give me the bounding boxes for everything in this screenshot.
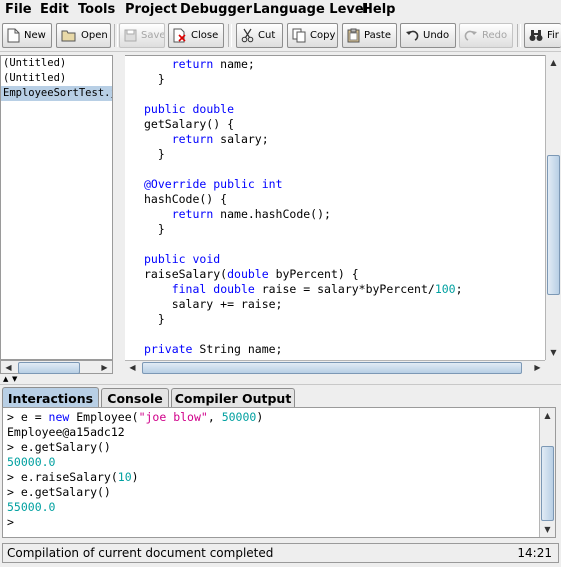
pane-divider[interactable]: [113, 55, 125, 375]
scrollbar-thumb[interactable]: [547, 155, 560, 295]
status-time: 14:21: [517, 546, 552, 560]
menu-debugger[interactable]: Debugger: [180, 2, 252, 17]
code-line: hashCode() {: [144, 192, 228, 206]
interaction-line: >: [7, 515, 14, 529]
scroll-down-arrow-icon[interactable]: ▼: [546, 345, 561, 360]
cut-button[interactable]: Cut: [236, 23, 283, 48]
status-message: Compilation of current document complete…: [7, 546, 274, 560]
undo-button[interactable]: Undo: [400, 23, 456, 48]
undo-icon: [406, 30, 419, 41]
code-line: public void: [144, 252, 221, 266]
scissors-icon: [241, 28, 254, 43]
collapse-down-arrow-icon[interactable]: ▼: [12, 375, 17, 383]
open-button[interactable]: Open: [56, 23, 111, 48]
find-label: Fir: [547, 30, 559, 41]
redo-icon: [464, 30, 477, 41]
scroll-right-arrow-icon[interactable]: ▶: [97, 360, 112, 375]
document-item[interactable]: (Untitled): [1, 56, 112, 71]
code-line: return salary;: [171, 132, 269, 146]
interaction-line: > e.raiseSalary(10): [7, 470, 139, 484]
interaction-line: 50000.0: [7, 455, 56, 469]
code-line: final double raise = salary*byPercent/10…: [171, 282, 463, 296]
close-button[interactable]: Close: [168, 23, 224, 48]
copy-icon: [292, 28, 306, 43]
copy-button[interactable]: Copy: [287, 23, 338, 48]
tab-console[interactable]: Console: [101, 388, 169, 407]
menu-edit[interactable]: Edit: [40, 2, 69, 17]
find-button[interactable]: Fir: [524, 23, 561, 48]
interactions-pane[interactable]: > e = new Employee("joe blow", 50000) Emp…: [2, 407, 556, 538]
code-line: return name;: [171, 57, 255, 71]
menu-file[interactable]: File: [5, 2, 32, 17]
code-line: }: [144, 222, 165, 236]
scroll-left-arrow-icon[interactable]: ◀: [1, 360, 16, 375]
binoculars-icon: [529, 30, 543, 41]
new-button[interactable]: New: [2, 23, 52, 48]
toolbar: New Open Save Close Cut Copy Paste Undo …: [0, 21, 561, 52]
code-line: raiseSalary(double byPercent) {: [144, 267, 359, 281]
open-folder-icon: [61, 30, 76, 42]
close-file-icon: [173, 28, 186, 43]
interactions-vertical-scrollbar[interactable]: ▲ ▼: [539, 408, 555, 537]
split-pane-divider[interactable]: ▲ ▼: [0, 375, 561, 385]
editor-vertical-scrollbar[interactable]: ▲ ▼: [545, 55, 561, 360]
code-line: return name.hashCode();: [171, 207, 331, 221]
scrollbar-thumb[interactable]: [142, 362, 522, 374]
close-label: Close: [191, 30, 219, 41]
save-button[interactable]: Save: [119, 23, 165, 48]
code-editor[interactable]: return name; } public double getSalary() {…: [125, 55, 545, 361]
interaction-line: > e.getSalary(): [7, 485, 111, 499]
menu-language-level[interactable]: Language Level: [253, 2, 368, 17]
code-line: salary += raise;: [144, 297, 283, 311]
undo-label: Undo: [423, 30, 450, 41]
save-label: Save: [141, 30, 165, 41]
toolbar-separator: [517, 24, 521, 47]
new-label: New: [24, 30, 46, 41]
interaction-line: Employee@a15adc12: [7, 425, 125, 439]
tab-interactions[interactable]: Interactions: [2, 387, 99, 408]
interaction-line: > e = new Employee("joe blow", 50000): [7, 410, 264, 424]
scroll-right-arrow-icon[interactable]: ▶: [530, 360, 545, 375]
save-disk-icon: [124, 29, 137, 42]
redo-label: Redo: [482, 30, 508, 41]
scroll-up-arrow-icon[interactable]: ▲: [546, 55, 561, 70]
copy-label: Copy: [310, 30, 336, 41]
scrollbar-thumb[interactable]: [18, 362, 80, 374]
code-line: }: [144, 312, 165, 326]
code-line: private String name;: [144, 342, 283, 356]
status-bar: Compilation of current document complete…: [2, 543, 559, 563]
code-line: }: [144, 72, 165, 86]
scroll-up-arrow-icon[interactable]: ▲: [540, 408, 555, 423]
toolbar-separator: [228, 24, 232, 47]
paste-label: Paste: [364, 30, 391, 41]
open-label: Open: [81, 30, 108, 41]
tab-compiler-output[interactable]: Compiler Output: [171, 388, 295, 407]
document-list-horizontal-scrollbar[interactable]: ◀ ▶: [0, 360, 113, 374]
menu-project[interactable]: Project: [125, 2, 177, 17]
code-line: @Override public int: [144, 177, 283, 191]
document-item-selected[interactable]: EmployeeSortTest.ja: [1, 86, 112, 101]
document-item[interactable]: (Untitled): [1, 71, 112, 86]
collapse-up-arrow-icon[interactable]: ▲: [3, 375, 8, 383]
toolbar-separator: [114, 24, 118, 47]
cut-label: Cut: [258, 30, 276, 41]
paste-clipboard-icon: [347, 28, 360, 43]
new-file-icon: [7, 28, 20, 43]
code-line: public double: [144, 102, 235, 116]
scroll-left-arrow-icon[interactable]: ◀: [125, 360, 140, 375]
scroll-down-arrow-icon[interactable]: ▼: [540, 522, 555, 537]
paste-button[interactable]: Paste: [342, 23, 397, 48]
menu-tools[interactable]: Tools: [78, 2, 115, 17]
editor-horizontal-scrollbar[interactable]: ◀ ▶: [125, 360, 545, 374]
code-line: getSalary() {: [144, 117, 235, 131]
document-list: (Untitled) (Untitled) EmployeeSortTest.j…: [0, 55, 113, 360]
bottom-tabs: Interactions Console Compiler Output: [0, 387, 561, 408]
redo-button[interactable]: Redo: [459, 23, 513, 48]
menu-bar: File Edit Tools Project Debugger Languag…: [0, 0, 561, 20]
code-line: }: [144, 147, 165, 161]
scrollbar-thumb[interactable]: [541, 446, 554, 521]
interaction-line: > e.getSalary(): [7, 440, 111, 454]
interaction-line: 55000.0: [7, 500, 56, 514]
menu-help[interactable]: Help: [362, 2, 395, 17]
